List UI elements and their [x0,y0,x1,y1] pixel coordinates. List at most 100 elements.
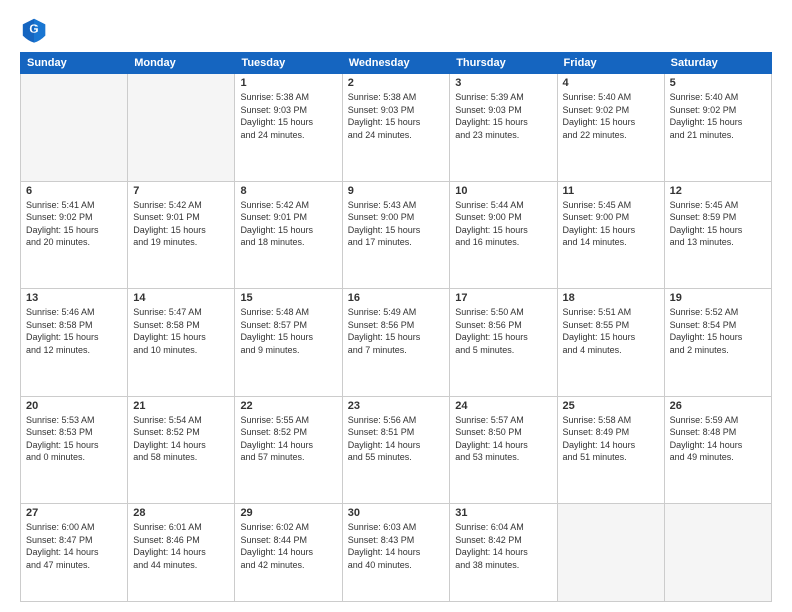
calendar-cell: 14 Sunrise: 5:47 AM Sunset: 8:58 PM Dayli… [128,289,235,397]
calendar-cell [21,74,128,182]
day-info: Sunrise: 5:51 AM Sunset: 8:55 PM Dayligh… [563,306,659,356]
day-info: Sunrise: 5:49 AM Sunset: 8:56 PM Dayligh… [348,306,445,356]
calendar-cell: 17Sunrise: 5:50 AM Sunset: 8:56 PM Dayli… [450,289,557,397]
day-number: 15 [240,292,336,304]
calendar-cell: 19 Sunrise: 5:52 AM Sunset: 8:54 PM Dayli… [664,289,771,397]
calendar-cell: 21 Sunrise: 5:54 AM Sunset: 8:52 PM Dayli… [128,396,235,504]
calendar-week-row: 1 Sunrise: 5:38 AM Sunset: 9:03 PM Daylig… [21,74,772,182]
calendar-cell: 30 Sunrise: 6:03 AM Sunset: 8:43 PM Dayli… [342,504,450,602]
day-info: Sunrise: 5:44 AM Sunset: 9:00 PM Dayligh… [455,199,551,249]
day-info: Sunrise: 5:40 AM Sunset: 9:02 PM Dayligh… [563,91,659,141]
day-info: Sunrise: 5:55 AM Sunset: 8:52 PM Dayligh… [240,414,336,464]
day-info: Sunrise: 6:02 AM Sunset: 8:44 PM Dayligh… [240,521,336,571]
calendar-cell: 22 Sunrise: 5:55 AM Sunset: 8:52 PM Dayli… [235,396,342,504]
calendar-cell: 6 Sunrise: 5:41 AM Sunset: 9:02 PM Daylig… [21,181,128,289]
calendar-cell: 10 Sunrise: 5:44 AM Sunset: 9:00 PM Dayli… [450,181,557,289]
weekday-header: Friday [557,53,664,74]
calendar-week-row: 13 Sunrise: 5:46 AM Sunset: 8:58 PM Dayli… [21,289,772,397]
calendar-week-row: 6 Sunrise: 5:41 AM Sunset: 9:02 PM Daylig… [21,181,772,289]
calendar-cell: 7 Sunrise: 5:42 AM Sunset: 9:01 PM Daylig… [128,181,235,289]
calendar-cell: 26 Sunrise: 5:59 AM Sunset: 8:48 PM Dayli… [664,396,771,504]
day-number: 22 [240,400,336,412]
logo [20,16,52,44]
day-number: 6 [26,185,122,197]
day-number: 11 [563,185,659,197]
day-number: 10 [455,185,551,197]
day-number: 12 [670,185,766,197]
calendar-cell: 29 Sunrise: 6:02 AM Sunset: 8:44 PM Dayli… [235,504,342,602]
day-number: 28 [133,507,229,519]
day-number: 5 [670,77,766,89]
day-number: 2 [348,77,445,89]
day-info: Sunrise: 5:45 AM Sunset: 9:00 PM Dayligh… [563,199,659,249]
day-number: 25 [563,400,659,412]
header [20,16,772,44]
calendar-cell: 3Sunrise: 5:39 AM Sunset: 9:03 PM Daylig… [450,74,557,182]
calendar-body: 1 Sunrise: 5:38 AM Sunset: 9:03 PM Daylig… [21,74,772,602]
day-number: 19 [670,292,766,304]
day-number: 4 [563,77,659,89]
weekday-header: Wednesday [342,53,450,74]
logo-icon [20,16,48,44]
day-info: Sunrise: 6:00 AM Sunset: 8:47 PM Dayligh… [26,521,122,571]
day-info: Sunrise: 5:45 AM Sunset: 8:59 PM Dayligh… [670,199,766,249]
day-info: Sunrise: 5:58 AM Sunset: 8:49 PM Dayligh… [563,414,659,464]
calendar-cell: 1 Sunrise: 5:38 AM Sunset: 9:03 PM Daylig… [235,74,342,182]
calendar-cell: 27 Sunrise: 6:00 AM Sunset: 8:47 PM Dayli… [21,504,128,602]
day-info: Sunrise: 5:40 AM Sunset: 9:02 PM Dayligh… [670,91,766,141]
calendar-cell: 12 Sunrise: 5:45 AM Sunset: 8:59 PM Dayli… [664,181,771,289]
day-number: 7 [133,185,229,197]
day-info: Sunrise: 5:46 AM Sunset: 8:58 PM Dayligh… [26,306,122,356]
weekday-header: Thursday [450,53,557,74]
day-info: Sunrise: 5:42 AM Sunset: 9:01 PM Dayligh… [240,199,336,249]
day-info: Sunrise: 5:38 AM Sunset: 9:03 PM Dayligh… [240,91,336,141]
calendar: SundayMondayTuesdayWednesdayThursdayFrid… [20,52,772,602]
calendar-week-row: 27 Sunrise: 6:00 AM Sunset: 8:47 PM Dayli… [21,504,772,602]
day-info: Sunrise: 5:59 AM Sunset: 8:48 PM Dayligh… [670,414,766,464]
day-number: 27 [26,507,122,519]
weekday-row: SundayMondayTuesdayWednesdayThursdayFrid… [21,53,772,74]
calendar-cell: 28 Sunrise: 6:01 AM Sunset: 8:46 PM Dayli… [128,504,235,602]
weekday-header: Sunday [21,53,128,74]
calendar-cell: 31Sunrise: 6:04 AM Sunset: 8:42 PM Dayli… [450,504,557,602]
page: SundayMondayTuesdayWednesdayThursdayFrid… [0,0,792,612]
calendar-cell: 9Sunrise: 5:43 AM Sunset: 9:00 PM Daylig… [342,181,450,289]
day-number: 14 [133,292,229,304]
day-info: Sunrise: 5:57 AM Sunset: 8:50 PM Dayligh… [455,414,551,464]
day-info: Sunrise: 5:53 AM Sunset: 8:53 PM Dayligh… [26,414,122,464]
day-info: Sunrise: 5:54 AM Sunset: 8:52 PM Dayligh… [133,414,229,464]
calendar-cell: 2 Sunrise: 5:38 AM Sunset: 9:03 PM Daylig… [342,74,450,182]
day-info: Sunrise: 5:48 AM Sunset: 8:57 PM Dayligh… [240,306,336,356]
day-number: 1 [240,77,336,89]
day-info: Sunrise: 5:47 AM Sunset: 8:58 PM Dayligh… [133,306,229,356]
day-info: Sunrise: 5:41 AM Sunset: 9:02 PM Dayligh… [26,199,122,249]
day-info: Sunrise: 5:38 AM Sunset: 9:03 PM Dayligh… [348,91,445,141]
calendar-week-row: 20Sunrise: 5:53 AM Sunset: 8:53 PM Dayli… [21,396,772,504]
day-info: Sunrise: 5:50 AM Sunset: 8:56 PM Dayligh… [455,306,551,356]
calendar-cell: 5 Sunrise: 5:40 AM Sunset: 9:02 PM Daylig… [664,74,771,182]
calendar-header: SundayMondayTuesdayWednesdayThursdayFrid… [21,53,772,74]
day-info: Sunrise: 5:39 AM Sunset: 9:03 PM Dayligh… [455,91,551,141]
day-info: Sunrise: 5:56 AM Sunset: 8:51 PM Dayligh… [348,414,445,464]
weekday-header: Saturday [664,53,771,74]
calendar-cell: 11 Sunrise: 5:45 AM Sunset: 9:00 PM Dayli… [557,181,664,289]
day-number: 29 [240,507,336,519]
calendar-cell: 18Sunrise: 5:51 AM Sunset: 8:55 PM Dayli… [557,289,664,397]
day-info: Sunrise: 5:52 AM Sunset: 8:54 PM Dayligh… [670,306,766,356]
calendar-cell: 15 Sunrise: 5:48 AM Sunset: 8:57 PM Dayli… [235,289,342,397]
day-info: Sunrise: 5:42 AM Sunset: 9:01 PM Dayligh… [133,199,229,249]
day-number: 30 [348,507,445,519]
calendar-cell [664,504,771,602]
day-number: 13 [26,292,122,304]
weekday-header: Tuesday [235,53,342,74]
day-number: 16 [348,292,445,304]
calendar-cell: 16 Sunrise: 5:49 AM Sunset: 8:56 PM Dayli… [342,289,450,397]
day-number: 21 [133,400,229,412]
day-number: 23 [348,400,445,412]
day-number: 26 [670,400,766,412]
calendar-cell [557,504,664,602]
day-info: Sunrise: 6:03 AM Sunset: 8:43 PM Dayligh… [348,521,445,571]
day-info: Sunrise: 6:01 AM Sunset: 8:46 PM Dayligh… [133,521,229,571]
calendar-cell: 25 Sunrise: 5:58 AM Sunset: 8:49 PM Dayli… [557,396,664,504]
calendar-cell [128,74,235,182]
